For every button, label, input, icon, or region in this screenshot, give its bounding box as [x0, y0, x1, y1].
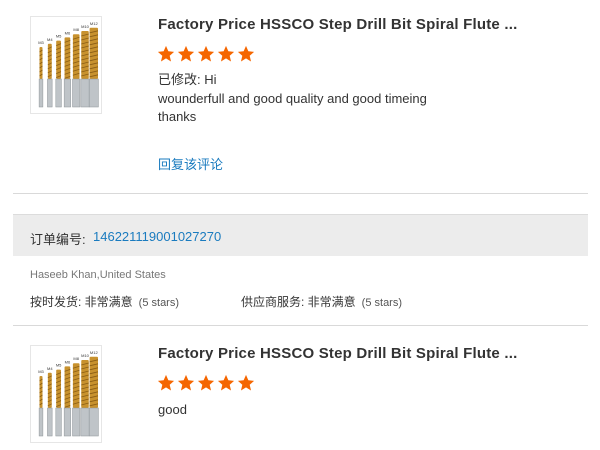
star-icon: [177, 45, 195, 62]
product-thumbnail[interactable]: M3 M4 M5 M6 M8 M10 M12: [30, 16, 102, 114]
service-rating-stars: (5 stars): [361, 297, 403, 309]
review-modified: 已修改: Hi: [158, 71, 217, 89]
drill-bit: M10: [80, 353, 90, 437]
drill-bit-set-image: M3M4M5M6M8M10M12: [38, 21, 99, 108]
divider: [13, 193, 588, 194]
modified-label: 已修改:: [158, 72, 201, 87]
divider: [13, 325, 588, 326]
buyer-name-country: Haseeb Khan,United States: [30, 269, 166, 281]
drill-bit: M12: [88, 21, 99, 108]
service-rating: 供应商服务: 非常满意 (5 stars): [241, 293, 402, 310]
review-text-line: thanks: [158, 109, 197, 124]
drill-bit: M5: [55, 34, 62, 108]
review-text-line: wounderfull and good quality and good ti…: [158, 91, 427, 106]
drill-bit: M4: [47, 37, 53, 108]
drill-bit-size-label: M4: [47, 366, 53, 371]
drill-bit-size-label: M12: [90, 350, 99, 355]
drill-bit-size-label: M10: [81, 353, 90, 358]
shipping-rating-stars: (5 stars): [138, 297, 180, 309]
drill-bit-size-label: M10: [81, 24, 90, 29]
drill-bit-size-label: M5: [56, 363, 62, 368]
drill-bit-size-label: M6: [65, 359, 71, 364]
service-rating-label: 供应商服务: 非常满意: [241, 295, 356, 309]
star-icon: [197, 45, 215, 62]
drill-bit-size-label: M8: [73, 356, 79, 361]
drill-bit-size-label: M3: [38, 369, 44, 374]
drill-bit-set-image: M3M4M5M6M8M10M12: [38, 350, 99, 437]
drill-bit-size-label: M5: [56, 34, 62, 39]
star-icon: [157, 45, 175, 62]
order-number-label: 订单编号:: [30, 232, 86, 247]
drill-bit: M12: [88, 350, 99, 437]
drill-bit-size-label: M4: [47, 37, 53, 42]
star-icon: [237, 374, 255, 391]
rating-stars: [157, 45, 255, 63]
drill-bit: M5: [55, 363, 62, 437]
drill-bit: M6: [63, 30, 71, 108]
drill-bit: M3: [38, 369, 45, 437]
modified-text: Hi: [204, 72, 217, 87]
product-title[interactable]: Factory Price HSSCO Step Drill Bit Spira…: [158, 16, 517, 33]
shipping-rating: 按时发货: 非常满意 (5 stars): [30, 293, 179, 310]
order-number-link[interactable]: 146221119001027270: [93, 229, 221, 244]
star-icon: [197, 374, 215, 391]
order-bar: 订单编号: 146221119001027270: [13, 214, 588, 256]
drill-bit-size-label: M12: [90, 21, 99, 26]
star-icon: [237, 45, 255, 62]
product-title[interactable]: Factory Price HSSCO Step Drill Bit Spira…: [158, 345, 517, 362]
star-icon: [217, 45, 235, 62]
star-icon: [217, 374, 235, 391]
rating-stars: [157, 374, 255, 392]
star-icon: [157, 374, 175, 391]
drill-bit-size-label: M3: [38, 40, 44, 45]
drill-bit-size-label: M6: [65, 30, 71, 35]
drill-bit: M8: [72, 356, 81, 437]
reply-to-review-link[interactable]: 回复该评论: [158, 154, 223, 173]
shipping-rating-label: 按时发货: 非常满意: [30, 295, 133, 309]
drill-bit: M8: [72, 27, 81, 108]
drill-bit: M10: [80, 24, 90, 108]
drill-bit: M4: [47, 366, 53, 437]
drill-bit-size-label: M8: [73, 27, 79, 32]
drill-bit: M3: [38, 40, 45, 108]
star-icon: [177, 374, 195, 391]
review-text: good: [158, 402, 187, 417]
drill-bit: M6: [63, 359, 71, 437]
product-thumbnail[interactable]: M3 M4 M5 M6 M8 M10 M12: [30, 345, 102, 443]
